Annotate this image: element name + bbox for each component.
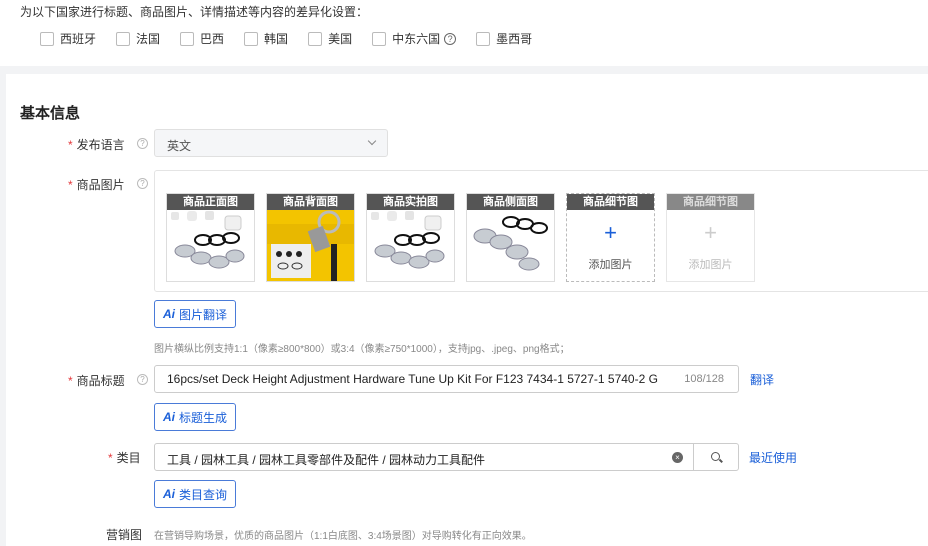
section-title: 基本信息 [20, 105, 81, 122]
required-mark: * [68, 138, 73, 152]
ai-icon: Ai [163, 307, 175, 321]
char-count: 108/128 [684, 373, 724, 385]
required-mark: * [108, 451, 113, 465]
ai-icon: Ai [163, 410, 175, 424]
country-settings-title: 为以下国家进行标题、商品图片、详情描述等内容的差异化设置： [20, 5, 369, 19]
country-option-france[interactable]: 法国 [116, 30, 160, 47]
category-input[interactable]: 工具 / 园林工具 / 园林工具零部件及配件 / 园林动力工具配件 × [154, 443, 694, 471]
image-format-hint: 图片横纵比例支持1:1（像素≥800*800）或3:4（像素≥750*1000）… [154, 344, 570, 355]
image-upload-area: 商品正面图 商品背面图 商品实拍图 商品侧面图 商品细节图 + 添加图片 商品细… [154, 170, 928, 292]
checkbox[interactable] [308, 31, 323, 46]
checkbox[interactable] [40, 31, 54, 46]
category-label: * 类目 [108, 451, 141, 465]
country-option-spain[interactable]: 西班牙 [40, 30, 96, 47]
checkbox[interactable] [244, 31, 259, 46]
country-option-brazil[interactable]: 巴西 [180, 30, 224, 47]
recent-used-link[interactable]: 最近使用 [749, 449, 797, 466]
plus-icon: + [704, 220, 717, 245]
checkbox[interactable] [116, 31, 131, 46]
checkbox[interactable] [180, 31, 195, 46]
translate-link[interactable]: 翻译 [750, 371, 774, 388]
image-slot-front[interactable]: 商品正面图 [166, 193, 255, 282]
plus-icon: + [604, 220, 617, 245]
title-generate-button[interactable]: Ai 标题生成 [154, 403, 237, 431]
help-icon[interactable]: ? [137, 138, 148, 149]
country-option-korea[interactable]: 韩国 [244, 30, 288, 47]
category-query-button[interactable]: Ai 类目查询 [154, 480, 237, 508]
language-select[interactable]: 英文 [154, 129, 388, 157]
image-slot-side[interactable]: 商品侧面图 [466, 193, 555, 282]
product-title-input[interactable]: 16pcs/set Deck Height Adjustment Hardwar… [154, 365, 739, 393]
required-mark: * [68, 374, 73, 388]
country-option-mexico[interactable]: 墨西哥 [476, 30, 532, 47]
search-icon [711, 452, 720, 461]
images-label: * 商品图片 [68, 178, 125, 192]
image-slot-detail-add-disabled: 商品细节图 + 添加图片 [666, 193, 755, 282]
ai-icon: Ai [163, 487, 175, 501]
help-icon[interactable]: ? [444, 32, 457, 45]
required-mark: * [68, 178, 73, 192]
checkbox[interactable] [372, 31, 387, 46]
clear-icon[interactable]: × [672, 452, 683, 463]
help-icon[interactable]: ? [137, 178, 148, 189]
country-option-middle-east[interactable]: 中东六国? [372, 30, 457, 47]
help-icon[interactable]: ? [137, 374, 148, 385]
image-slot-detail-add[interactable]: 商品细节图 + 添加图片 [566, 193, 655, 282]
country-list: 西班牙 法国 巴西 韩国 美国 中东六国? 墨西哥 [40, 30, 552, 47]
image-translate-button[interactable]: Ai 图片翻译 [154, 300, 237, 328]
country-settings-panel: 为以下国家进行标题、商品图片、详情描述等内容的差异化设置： 西班牙 法国 巴西 … [0, 0, 928, 66]
title-label: * 商品标题 [68, 374, 125, 388]
marketing-label: 营销图 [106, 528, 143, 542]
image-slot-real[interactable]: 商品实拍图 [366, 193, 455, 282]
checkbox[interactable] [476, 31, 491, 46]
image-slot-back[interactable]: 商品背面图 [266, 193, 355, 282]
country-option-usa[interactable]: 美国 [308, 30, 352, 47]
marketing-hint: 在营销导购场景，优质的商品图片（1:1白底图、3:4场景图）对导购转化有正向效果… [154, 531, 532, 542]
chevron-down-icon [367, 136, 377, 146]
lang-label: * 发布语言 [68, 138, 125, 152]
category-search-button[interactable] [693, 443, 739, 471]
